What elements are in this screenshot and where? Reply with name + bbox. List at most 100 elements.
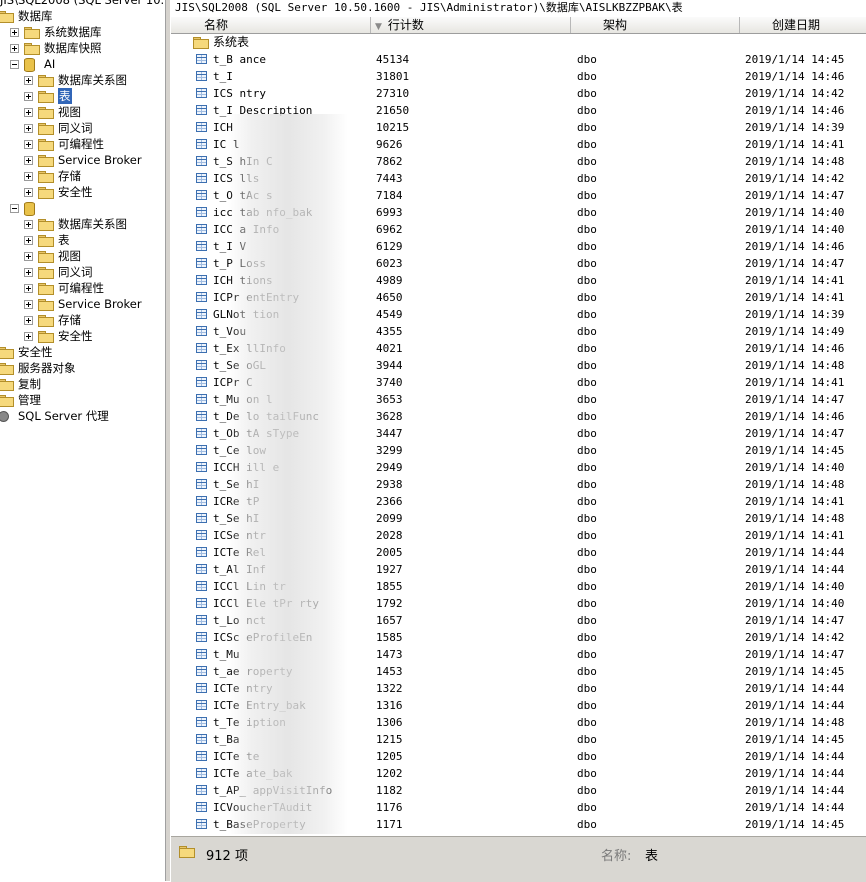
status-name-value: 表: [645, 849, 659, 864]
expand-icon[interactable]: [24, 284, 33, 293]
expand-icon[interactable]: [24, 76, 33, 85]
cell-created: 2019/1/14 14:42: [745, 172, 845, 185]
cell-created: 2019/1/14 14:41: [745, 529, 845, 542]
table-icon: [196, 683, 207, 693]
list-item-folder[interactable]: 系统表: [171, 34, 866, 51]
table-icon: [196, 530, 207, 540]
expand-icon[interactable]: [24, 236, 33, 245]
cell-schema: dbo: [577, 138, 597, 151]
cell-row-count: 3653: [376, 393, 403, 406]
expand-icon[interactable]: [24, 172, 33, 181]
expand-icon[interactable]: [24, 220, 33, 229]
cell-name: t_I: [213, 70, 233, 83]
folder-icon: [38, 91, 54, 103]
cell-schema: dbo: [577, 597, 597, 610]
cell-schema: dbo: [577, 155, 597, 168]
expand-icon[interactable]: [10, 28, 19, 37]
table-icon: [196, 139, 207, 149]
cell-row-count: 4355: [376, 325, 403, 338]
table-icon: [196, 411, 207, 421]
cell-row-count: 31801: [376, 70, 410, 83]
table-row[interactable]: t_B ance 45134 dbo 2019/1/14 14:45: [171, 51, 866, 68]
cell-created: 2019/1/14 14:41: [745, 274, 845, 287]
expand-icon[interactable]: [24, 188, 33, 197]
expand-icon[interactable]: [24, 316, 33, 325]
cell-schema: dbo: [577, 393, 597, 406]
cell-created: 2019/1/14 14:45: [745, 733, 845, 746]
table-icon: [196, 768, 207, 778]
cell-row-count: 1792: [376, 597, 403, 610]
folder-icon: [38, 155, 54, 167]
expand-icon[interactable]: [10, 44, 19, 53]
cell-row-count: 1927: [376, 563, 403, 576]
column-header-created[interactable]: 创建日期: [740, 17, 866, 33]
object-explorer-details: JIS\SQL2008 (SQL Server 10.50.1600 - JIS…: [171, 0, 866, 882]
table-icon: [196, 479, 207, 489]
table-icon: [196, 122, 207, 132]
table-row[interactable]: ICS ntry 27310 dbo 2019/1/14 14:42: [171, 85, 866, 102]
cell-schema: dbo: [577, 240, 597, 253]
object-explorer-tree[interactable]: JIS\SQL2008 (SQL Server 10.50 数据库 系统数据库 数据…: [0, 0, 165, 881]
cell-created: 2019/1/14 14:45: [745, 53, 845, 66]
cell-name: ICS ntry: [213, 87, 266, 100]
cell-row-count: 1182: [376, 784, 403, 797]
cell-created: 2019/1/14 14:48: [745, 359, 845, 372]
expand-icon[interactable]: [24, 140, 33, 149]
cell-row-count: 3944: [376, 359, 403, 372]
expand-icon[interactable]: [24, 268, 33, 277]
table-icon: [196, 360, 207, 370]
table-icon: [196, 819, 207, 829]
cell-created: 2019/1/14 14:40: [745, 597, 845, 610]
expand-icon[interactable]: [24, 332, 33, 341]
tree-node-label: 同义词: [58, 265, 93, 279]
cell-schema: dbo: [577, 614, 597, 627]
cell-row-count: 1855: [376, 580, 403, 593]
cell-created: 2019/1/14 14:44: [745, 699, 845, 712]
cell-created: 2019/1/14 14:45: [745, 444, 845, 457]
folder-icon: [24, 27, 40, 39]
expand-icon[interactable]: [24, 124, 33, 133]
cell-row-count: 21650: [376, 104, 410, 117]
expand-icon[interactable]: [24, 156, 33, 165]
expand-icon[interactable]: [24, 252, 33, 261]
tree-node-label: Service Broker: [58, 153, 142, 167]
cell-created: 2019/1/14 14:39: [745, 308, 845, 321]
cell-row-count: 1205: [376, 750, 403, 763]
expand-icon[interactable]: [24, 108, 33, 117]
folder-icon: [0, 363, 14, 375]
cell-row-count: 4021: [376, 342, 403, 355]
table-icon: [196, 445, 207, 455]
cell-row-count: 7184: [376, 189, 403, 202]
table-icon: [196, 207, 207, 217]
table-row[interactable]: t_I 31801 dbo 2019/1/14 14:46: [171, 68, 866, 85]
column-header-schema[interactable]: 架构: [571, 17, 740, 33]
cell-row-count: 4989: [376, 274, 403, 287]
cell-created: 2019/1/14 14:48: [745, 512, 845, 525]
cell-created: 2019/1/14 14:47: [745, 427, 845, 440]
tree-node-label: AI: [44, 57, 56, 71]
cell-created: 2019/1/14 14:42: [745, 631, 845, 644]
cell-created: 2019/1/14 14:48: [745, 716, 845, 729]
column-header-name[interactable]: 名称: [171, 17, 371, 33]
expand-icon[interactable]: [24, 300, 33, 309]
folder-icon: [38, 123, 54, 135]
cell-schema: dbo: [577, 699, 597, 712]
cell-row-count: 4549: [376, 308, 403, 321]
cell-schema: dbo: [577, 172, 597, 185]
folder-icon: [38, 107, 54, 119]
cell-row-count: 7443: [376, 172, 403, 185]
cell-created: 2019/1/14 14:44: [745, 682, 845, 695]
folder-icon: [0, 11, 14, 23]
column-header-rows[interactable]: ▼ 行计数: [371, 17, 571, 33]
collapse-icon[interactable]: [10, 60, 19, 69]
cell-row-count: 1453: [376, 665, 403, 678]
expand-icon[interactable]: [24, 92, 33, 101]
sort-desc-icon: ▼: [375, 22, 382, 32]
cell-schema: dbo: [577, 461, 597, 474]
redaction-blur: [228, 114, 348, 834]
cell-row-count: 2005: [376, 546, 403, 559]
folder-icon: [38, 331, 54, 343]
collapse-icon[interactable]: [10, 204, 19, 213]
folder-icon: [38, 235, 54, 247]
table-list[interactable]: 系统表 t_B ance 45134 dbo 2019/1/14 14:45 t_I 31…: [171, 34, 866, 834]
